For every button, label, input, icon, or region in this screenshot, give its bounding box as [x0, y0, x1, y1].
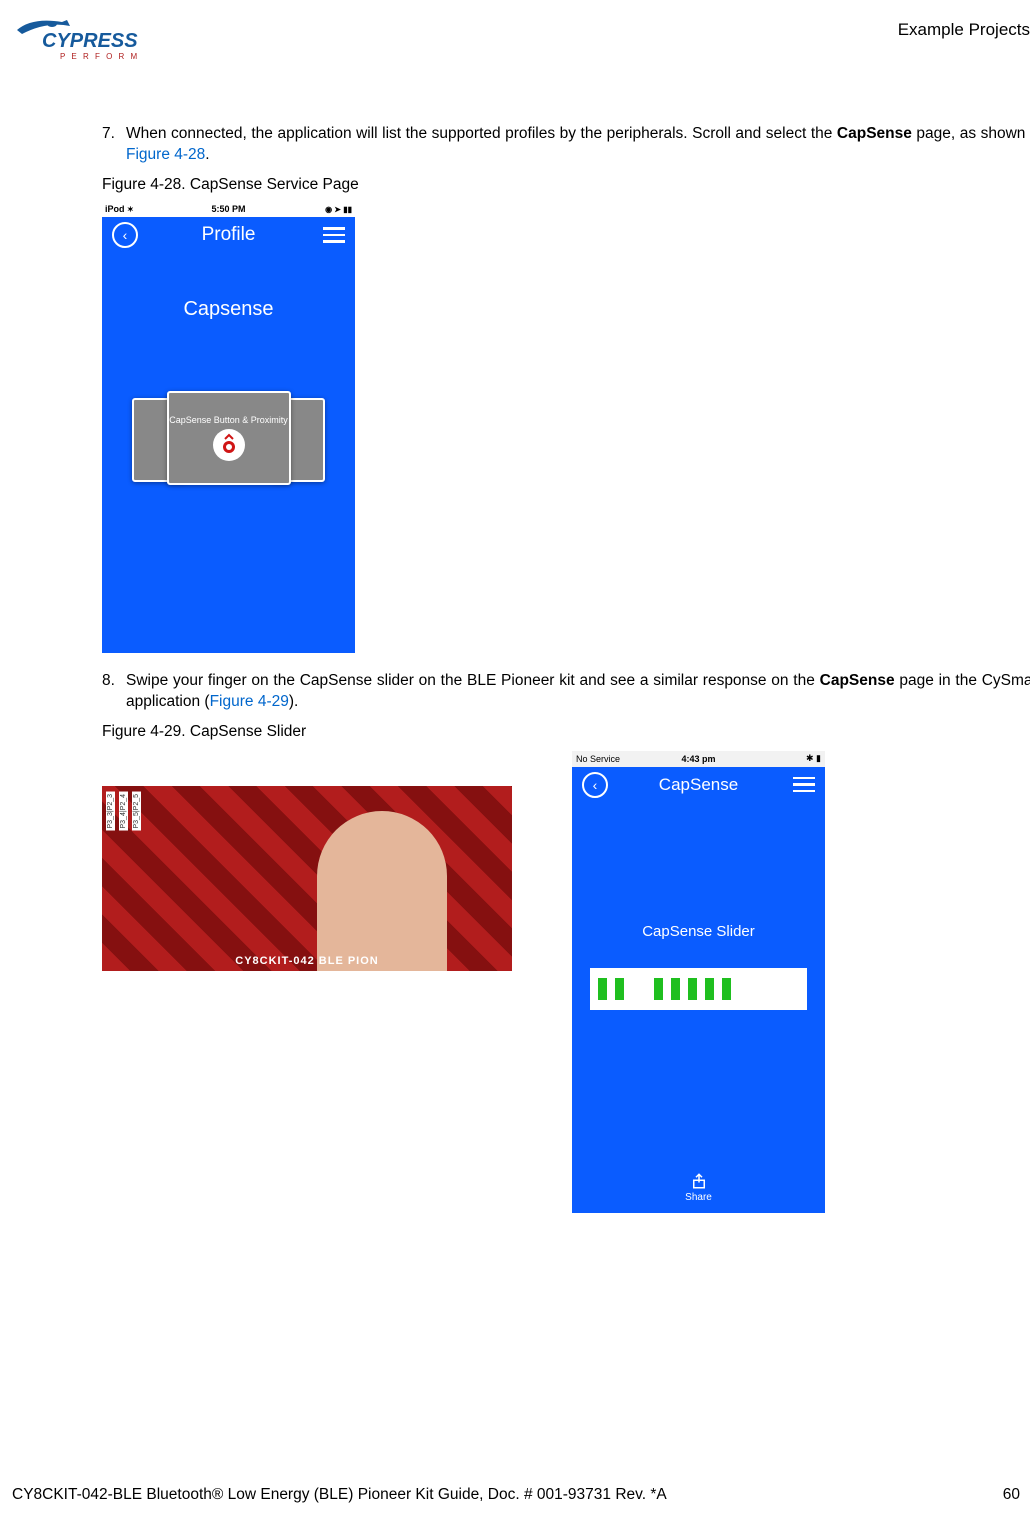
slider-heading: CapSense Slider	[572, 803, 825, 940]
text: When connected, the application will lis…	[126, 125, 837, 142]
text: page, as shown in	[912, 125, 1030, 142]
nav-title: Profile	[102, 224, 355, 246]
text: .	[205, 146, 209, 163]
slider-segment	[598, 978, 607, 1000]
footer-doc-id: CY8CKIT-042-BLE Bluetooth® Low Energy (B…	[12, 1486, 667, 1504]
menu-icon[interactable]	[793, 777, 815, 793]
figure-caption: Figure 4-29. CapSense Slider	[102, 723, 1030, 741]
slider-segment	[705, 978, 714, 1000]
nav-bar: ‹ Profile	[102, 217, 355, 253]
text-bold: CapSense	[820, 672, 895, 689]
gpio-labels: P3_3|P2_3 P3_4|P2_4 P3_5|P2_5	[106, 792, 141, 831]
figure-link[interactable]: Figure 4-29	[210, 693, 289, 710]
figure-4-28: iPod ✶ 5:50 PM ◉ ➤ ▮▮ ‹ Profile Capsense…	[102, 202, 355, 653]
slider-segment	[688, 978, 697, 1000]
status-time: 4:43 pm	[572, 754, 825, 764]
step-number: 8.	[102, 671, 126, 713]
cypress-logo: CYPRESS P E R F O R M	[12, 12, 147, 64]
board-silkscreen: CY8CKIT-042 BLE PION	[102, 955, 512, 967]
finger	[317, 811, 447, 971]
slider-segment	[615, 978, 624, 1000]
slider-segment	[671, 978, 680, 1000]
menu-icon[interactable]	[323, 227, 345, 243]
share-button[interactable]: Share	[572, 1172, 825, 1203]
slider-segment	[722, 978, 731, 1000]
section-title: Example Projects	[898, 12, 1030, 40]
nav-title: CapSense	[572, 775, 825, 795]
step-number: 7.	[102, 124, 126, 166]
step-7: 7. When connected, the application will …	[102, 124, 1030, 166]
status-time: 5:50 PM	[102, 204, 355, 214]
share-label: Share	[685, 1192, 712, 1203]
slider-segment	[654, 978, 663, 1000]
figure-4-29: P3_3|P2_3 P3_4|P2_4 P3_5|P2_5 CY8CKIT-04…	[102, 751, 1030, 1213]
card-label: CapSense Button & Proximity	[169, 415, 288, 425]
text: ).	[289, 693, 298, 710]
figure-caption: Figure 4-28. CapSense Service Page	[102, 176, 1030, 194]
logo-subtext: P E R F O R M	[60, 52, 139, 61]
step-text: Swipe your finger on the CapSense slider…	[126, 671, 1030, 713]
logo-text: CYPRESS	[42, 30, 138, 53]
figure-link[interactable]: Figure 4-28	[126, 146, 205, 163]
text-bold: CapSense	[837, 125, 912, 142]
step-8: 8. Swipe your finger on the CapSense sli…	[102, 671, 1030, 713]
phone-capsense-slider: No Service 4:43 pm ✱ ▮ ‹ CapSense CapSen…	[572, 751, 825, 1213]
back-icon[interactable]: ‹	[112, 222, 138, 248]
card-capsense[interactable]: CapSense Button & Proximity	[167, 391, 291, 485]
back-icon[interactable]: ‹	[582, 772, 608, 798]
footer-page-number: 60	[1003, 1486, 1020, 1504]
page-footer: CY8CKIT-042-BLE Bluetooth® Low Energy (B…	[12, 1486, 1030, 1504]
profile-heading: Capsense	[102, 253, 355, 321]
status-bar: iPod ✶ 5:50 PM ◉ ➤ ▮▮	[102, 202, 355, 217]
board-photo: P3_3|P2_3 P3_4|P2_4 P3_5|P2_5 CY8CKIT-04…	[102, 786, 512, 971]
capsense-icon	[213, 429, 245, 461]
nav-bar: ‹ CapSense	[572, 767, 825, 803]
text: Swipe your finger on the CapSense slider…	[126, 672, 820, 689]
slider-readout	[590, 968, 807, 1010]
step-text: When connected, the application will lis…	[126, 124, 1030, 166]
status-bar: No Service 4:43 pm ✱ ▮	[572, 751, 825, 767]
card-carousel[interactable]: CapSense Button & Proximity	[102, 383, 355, 493]
